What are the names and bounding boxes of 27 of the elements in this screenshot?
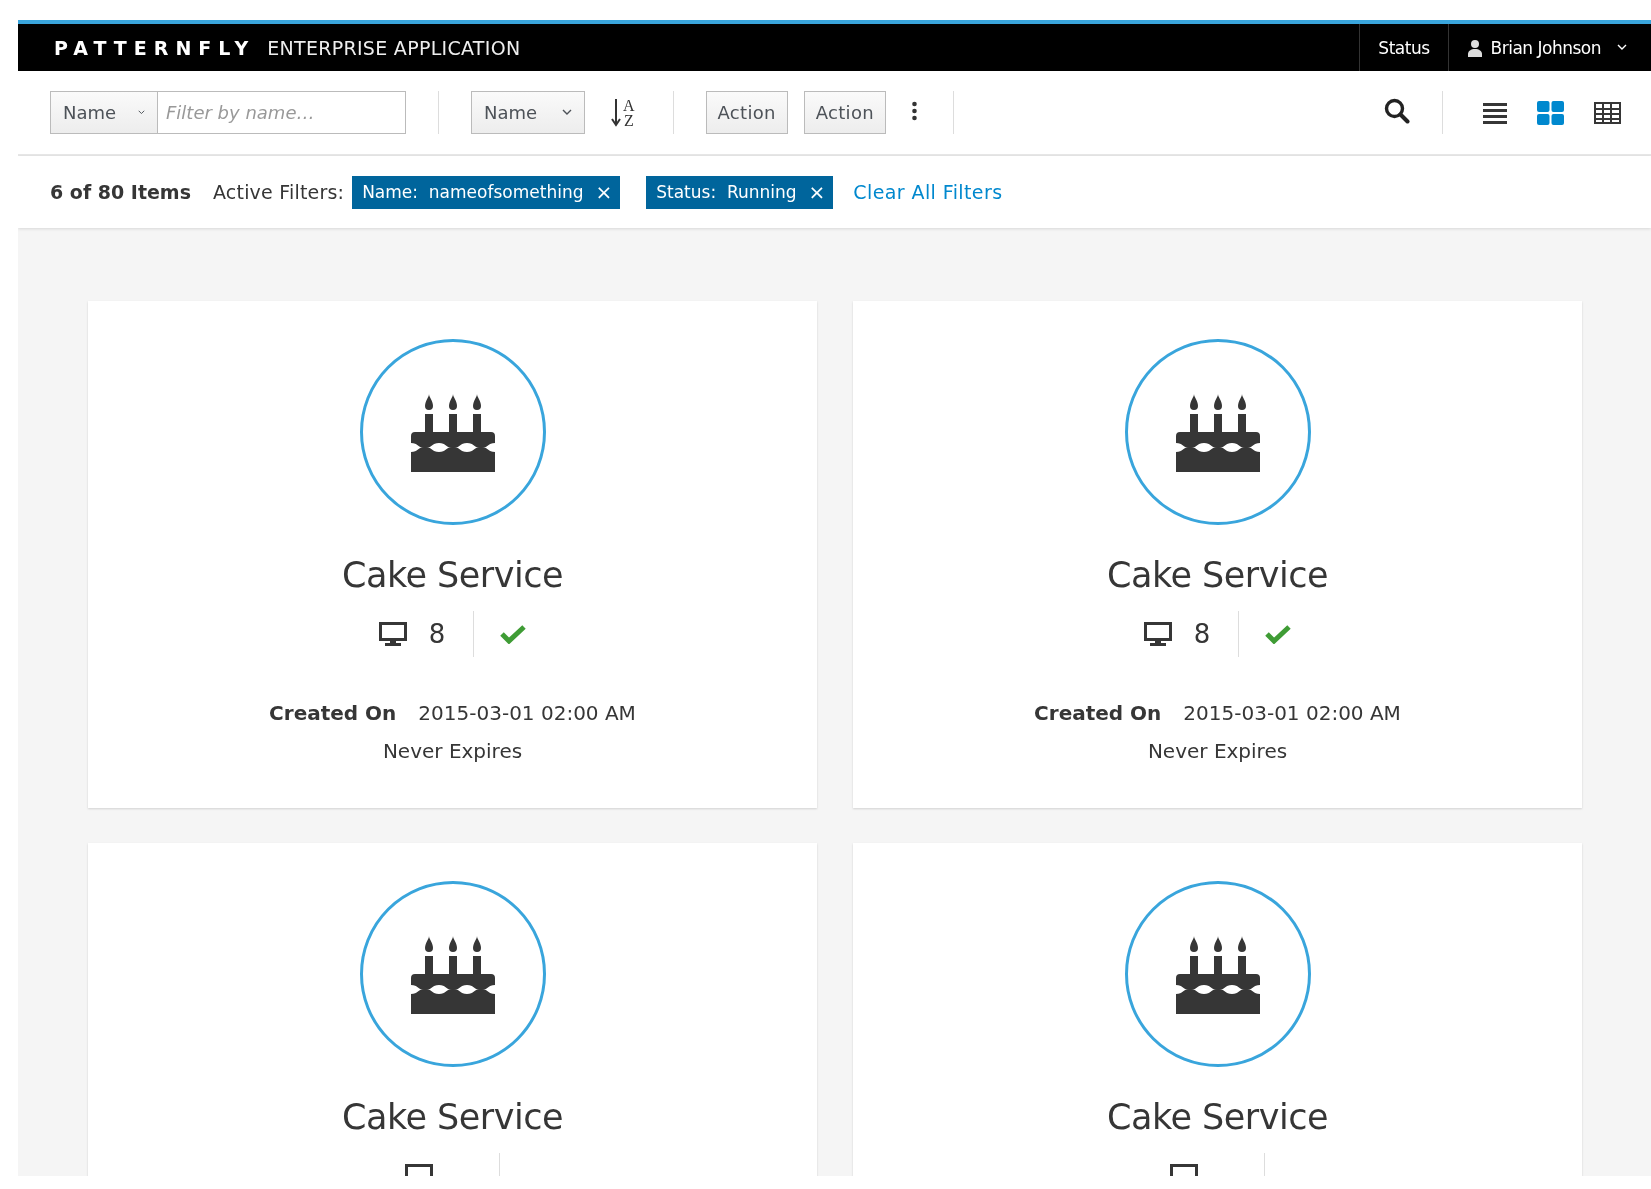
card-title: Cake Service	[1107, 555, 1328, 595]
expiry-text: Never Expires	[1147, 739, 1288, 763]
card-title: Cake Service	[342, 1097, 563, 1137]
card-title: Cake Service	[342, 555, 563, 595]
created-label: Created On	[1034, 701, 1162, 725]
brand-logo: PATTERNFLY	[54, 36, 256, 59]
instance-count: 8	[1193, 619, 1211, 649]
app-title: ENTERPRISE APPLICATION	[267, 36, 521, 59]
filter-chip-label: Status: Running	[656, 182, 797, 202]
sort-field-dropdown[interactable]: Name	[471, 91, 585, 134]
card-title: Cake Service	[1107, 1097, 1328, 1137]
filter-input[interactable]: Filter by name…	[158, 91, 406, 134]
created-date: 2015-03-01 02:00 AM	[1183, 701, 1401, 725]
filter-chip-label: Name: nameofsomething	[362, 182, 584, 202]
remove-filter-button[interactable]: ×	[808, 180, 826, 204]
action-button[interactable]: Action	[803, 91, 886, 134]
filter-field-dropdown[interactable]: Name	[50, 91, 158, 134]
action-button[interactable]: Action	[705, 91, 788, 134]
clear-filters-link[interactable]: Clear All Filters	[853, 181, 1003, 203]
sort-direction-button[interactable]: A Z	[611, 95, 635, 130]
created-date: 2015-03-01 02:00 AM	[418, 701, 636, 725]
item-count: 6 of 80 Items	[50, 181, 191, 203]
created-label: Created On	[269, 701, 397, 725]
instance-count: 8	[428, 619, 446, 649]
expiry-text: Never Expires	[382, 739, 523, 763]
active-filters-label: Active Filters:	[213, 181, 345, 203]
remove-filter-button[interactable]: ×	[595, 180, 613, 204]
